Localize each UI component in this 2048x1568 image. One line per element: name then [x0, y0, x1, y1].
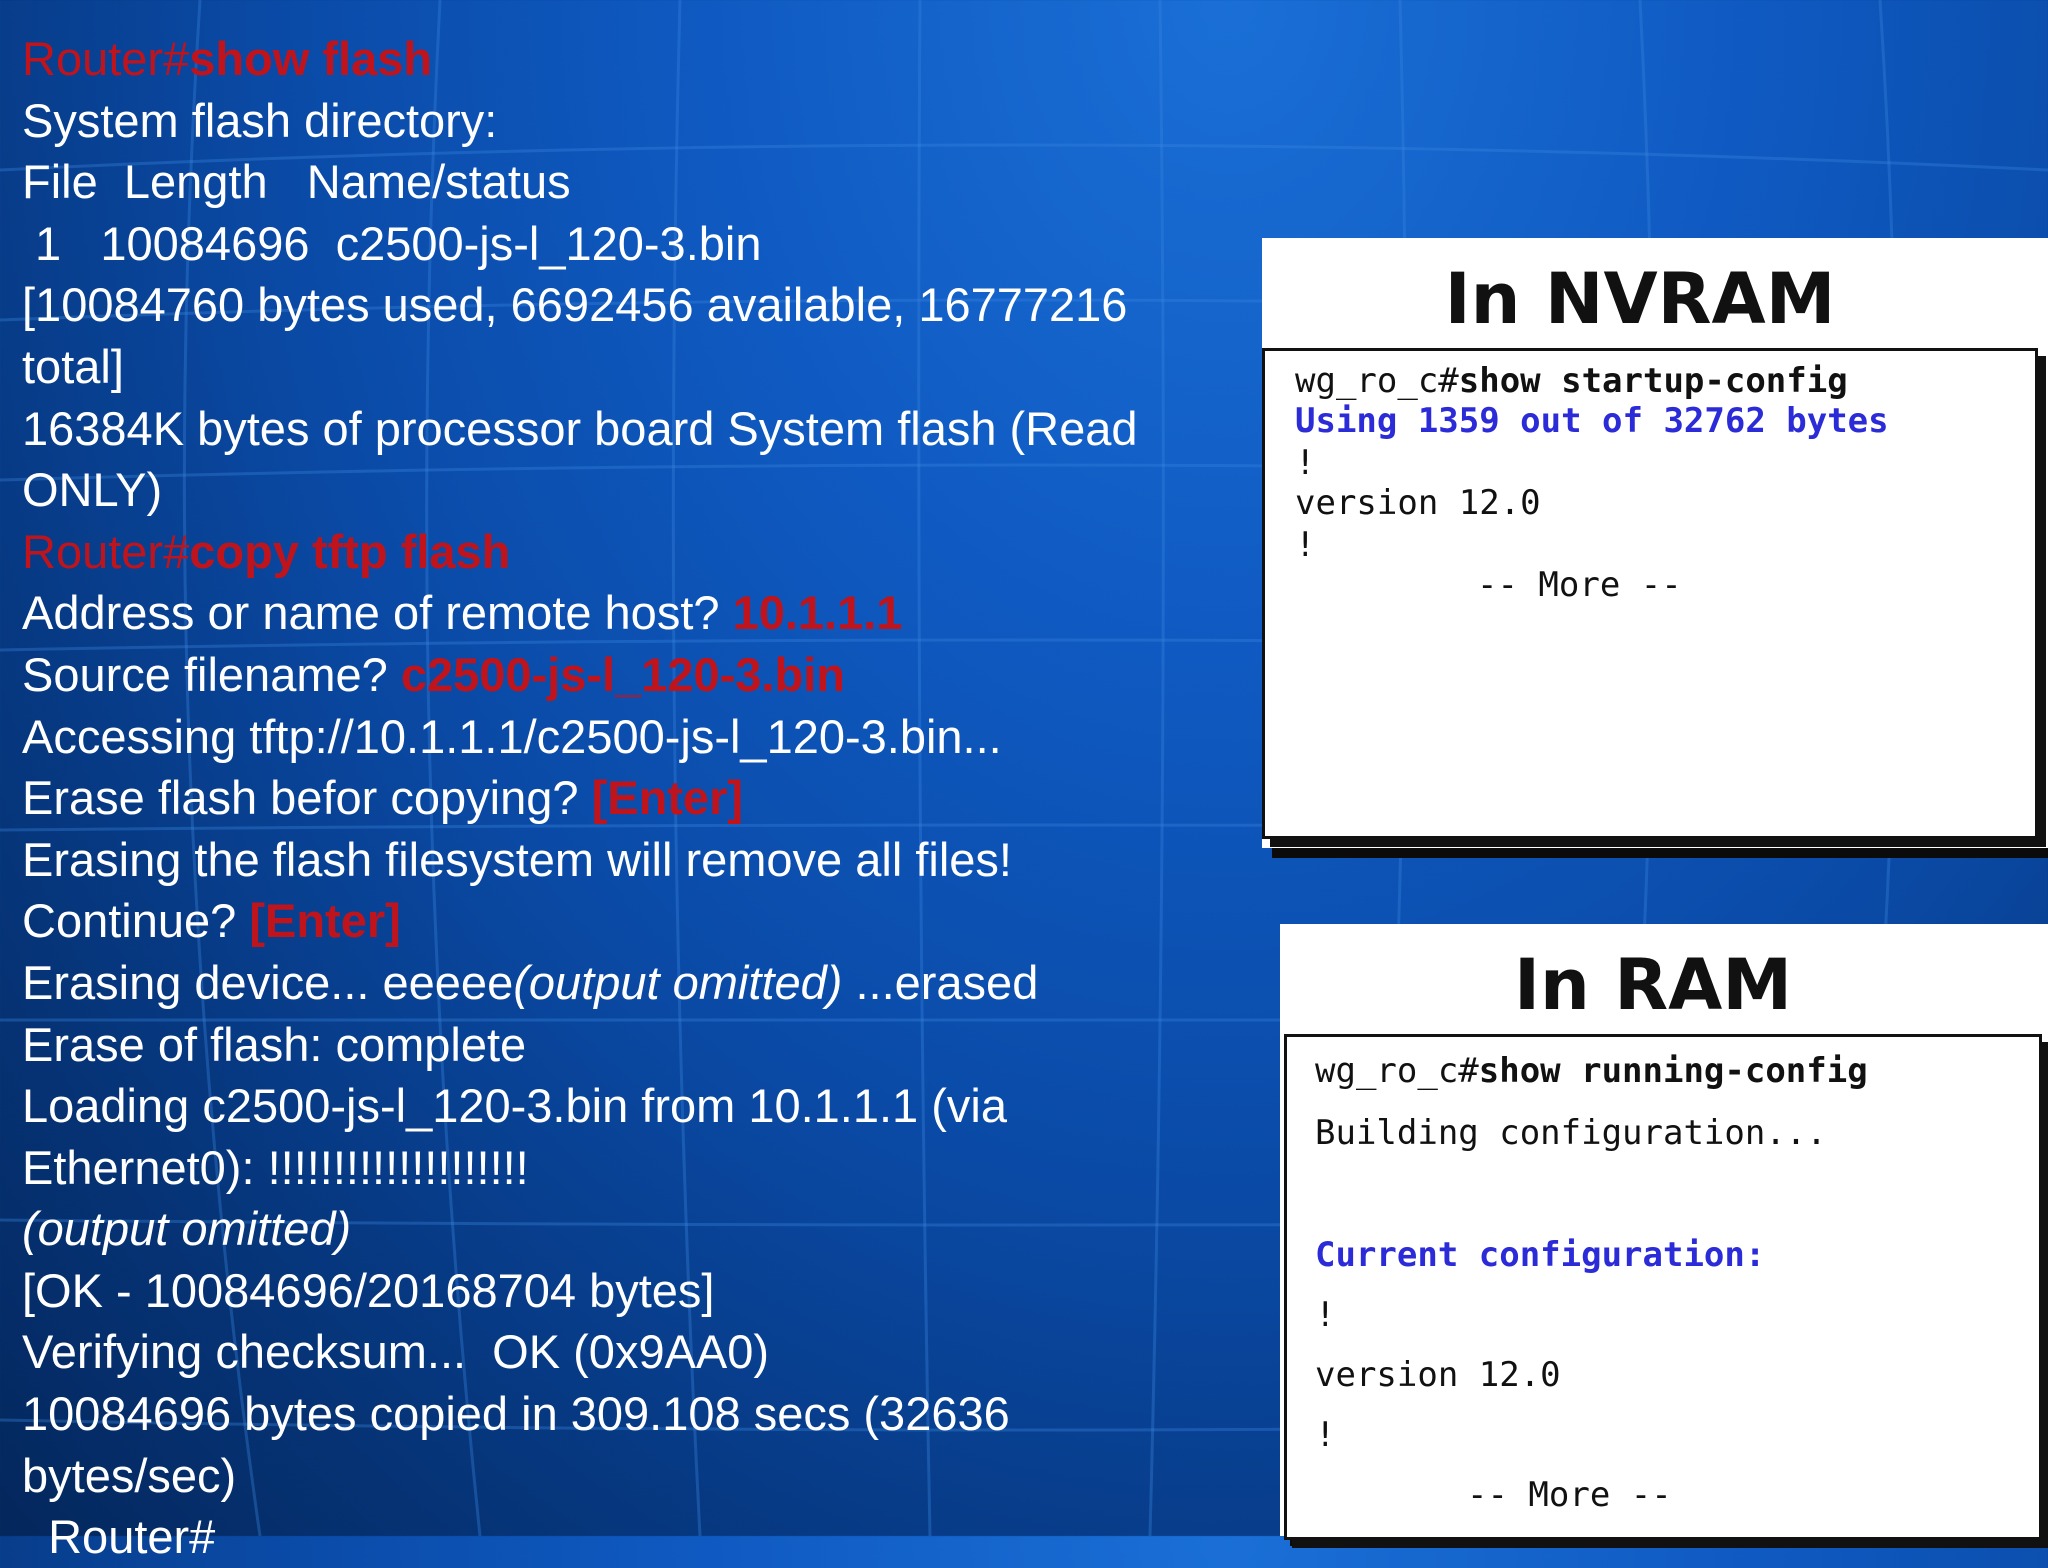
- user-input-value: 10.1.1.1: [732, 586, 903, 640]
- terminal-transcript: Router#show flash System flash directory…: [22, 28, 1262, 1568]
- transcript-line: Erase of flash: complete: [22, 1017, 527, 1071]
- terminal-prompt: wg_ro_c#: [1315, 1051, 1479, 1091]
- transcript-line: Source filename? c2500-js-l_120-3.bin: [22, 644, 1262, 706]
- prompt-text: Source filename?: [22, 647, 401, 701]
- running-config-terminal: wg_ro_c#show running-config Building con…: [1284, 1034, 2042, 1540]
- startup-config-terminal: wg_ro_c#show startup-config Using 1359 o…: [1262, 348, 2038, 839]
- output-text: ...erased: [842, 955, 1039, 1009]
- transcript-line: Verifying checksum... OK (0x9AA0): [22, 1325, 770, 1379]
- current-config-heading: Current configuration:: [1315, 1235, 1766, 1275]
- command-text: show flash: [189, 32, 433, 85]
- usage-line: Using 1359 out of 32762 bytes: [1295, 401, 1889, 441]
- output-omitted-note: (output omitted): [22, 1202, 352, 1256]
- config-line: version 12.0: [1295, 483, 1541, 523]
- transcript-line: Accessing tftp://10.1.1.1/c2500-js-l_120…: [22, 709, 1002, 763]
- config-line: !: [1315, 1415, 1336, 1455]
- terminal-command: show startup-config: [1458, 361, 1848, 401]
- prompt-text: Address or name of remote host?: [22, 586, 733, 640]
- command-line: wg_ro_c#show startup-config: [1295, 361, 1848, 401]
- prompt-text: Erase flash befor copying?: [22, 771, 592, 825]
- router-prompt: Router#: [22, 32, 190, 85]
- user-input-value: [Enter]: [249, 894, 401, 948]
- terminal-command: show running-config: [1478, 1051, 1868, 1091]
- more-prompt[interactable]: -- More --: [1477, 565, 1682, 605]
- transcript-line: Ethernet0): !!!!!!!!!!!!!!!!!!!!: [22, 1140, 529, 1194]
- transcript-line: File Length Name/status: [22, 155, 571, 209]
- transcript-line: ONLY): [22, 463, 163, 517]
- transcript-line: Erasing device... eeeee(output omitted) …: [22, 952, 1262, 1014]
- nvram-panel: In NVRAM wg_ro_c#show startup-config Usi…: [1262, 238, 2048, 848]
- ram-title: In RAM: [1514, 944, 1792, 1026]
- router-prompt: Router#: [22, 524, 190, 578]
- transcript-line: Erasing the flash filesystem will remove…: [22, 832, 1012, 886]
- terminal-prompt: wg_ro_c#: [1295, 361, 1459, 401]
- config-line: !: [1295, 443, 1316, 483]
- transcript-line: Router#copy tftp flash: [22, 521, 1262, 583]
- transcript-line: 16384K bytes of processor board System f…: [22, 401, 1138, 455]
- transcript-line: 10084696 bytes copied in 309.108 secs (3…: [22, 1387, 1010, 1441]
- prompt-text: Continue?: [22, 894, 250, 948]
- user-input-value: c2500-js-l_120-3.bin: [400, 647, 845, 701]
- transcript-line: Router#: [22, 1510, 216, 1564]
- more-prompt[interactable]: -- More --: [1467, 1475, 1672, 1515]
- transcript-line: Loading c2500-js-l_120-3.bin from 10.1.1…: [22, 1079, 1007, 1133]
- config-line: !: [1295, 525, 1316, 565]
- status-line: Building configuration...: [1315, 1113, 1827, 1153]
- nvram-title: In NVRAM: [1444, 258, 1836, 340]
- transcript-line: bytes/sec): [22, 1448, 237, 1502]
- command-text: copy tftp flash: [189, 524, 511, 578]
- config-line: !: [1315, 1295, 1336, 1335]
- transcript-line: 1 10084696 c2500-js-l_120-3.bin: [22, 216, 762, 270]
- user-input-value: [Enter]: [591, 771, 744, 825]
- transcript-line: Address or name of remote host? 10.1.1.1: [22, 582, 1262, 644]
- config-line: version 12.0: [1315, 1355, 1561, 1395]
- ram-panel: In RAM wg_ro_c#show running-config Build…: [1280, 924, 2048, 1540]
- transcript-line: [OK - 10084696/20168704 bytes]: [22, 1263, 715, 1317]
- transcript-line: Erase flash befor copying? [Enter]: [22, 767, 1262, 829]
- transcript-line: Continue? [Enter]: [22, 890, 1262, 952]
- transcript-line: [10084760 bytes used, 6692456 available,…: [22, 278, 1128, 332]
- output-text: Erasing device... eeeee: [22, 955, 514, 1009]
- command-line: wg_ro_c#show running-config: [1315, 1051, 1868, 1091]
- transcript-line: Router#show flash: [22, 28, 1262, 90]
- transcript-line: total]: [22, 339, 124, 393]
- output-omitted-note: (output omitted): [513, 955, 843, 1009]
- transcript-line: System flash directory:: [22, 93, 498, 147]
